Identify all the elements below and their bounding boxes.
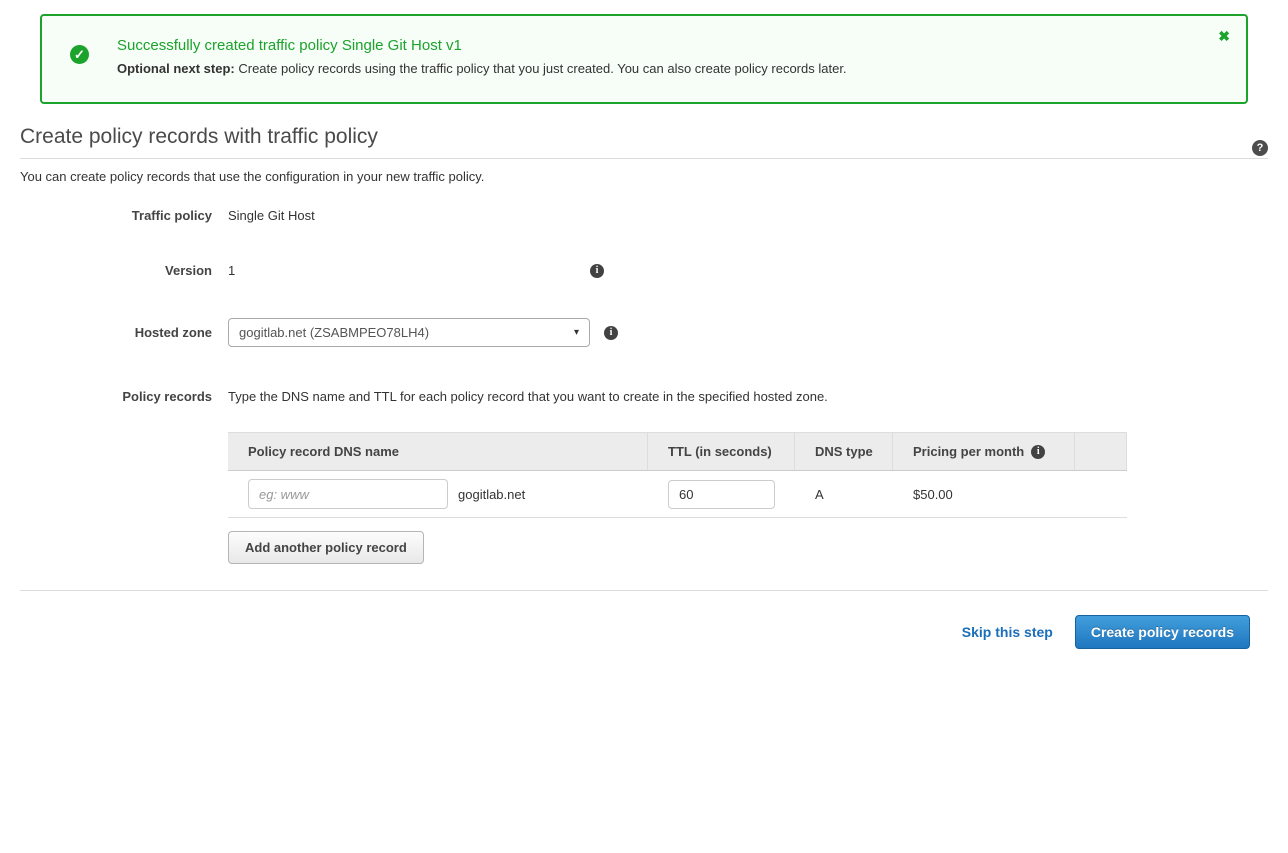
header-extra xyxy=(1075,433,1127,470)
table-row: gogitlab.net A $50.00 xyxy=(228,471,1127,518)
traffic-policy-label: Traffic policy xyxy=(20,208,212,223)
ttl-cell xyxy=(648,471,795,517)
success-banner: ✓ Successfully created traffic policy Si… xyxy=(40,14,1248,104)
header-dns-type: DNS type xyxy=(795,433,893,470)
chevron-down-icon: ▾ xyxy=(574,327,579,338)
extra-cell xyxy=(1075,471,1127,517)
version-info-icon[interactable]: i xyxy=(590,264,604,278)
banner-subtext-label: Optional next step: xyxy=(117,61,235,76)
table-header-row: Policy record DNS name TTL (in seconds) … xyxy=(228,432,1127,471)
page-title: Create policy records with traffic polic… xyxy=(20,125,1268,149)
banner-subtext-body: Create policy records using the traffic … xyxy=(235,61,847,76)
pricing-info-icon[interactable]: i xyxy=(1031,445,1045,459)
version-value: 1 xyxy=(228,263,590,278)
header-pricing-label: Pricing per month xyxy=(913,444,1024,459)
dns-type-cell: A xyxy=(795,471,893,517)
create-policy-records-button[interactable]: Create policy records xyxy=(1075,615,1250,649)
header-ttl: TTL (in seconds) xyxy=(648,433,795,470)
policy-records-description: Type the DNS name and TTL for each polic… xyxy=(228,389,828,404)
pricing-cell: $50.00 xyxy=(893,471,1075,517)
version-row: Version 1 i xyxy=(20,263,1268,278)
traffic-policy-row: Traffic policy Single Git Host xyxy=(20,208,1268,223)
dns-name-input[interactable] xyxy=(248,479,448,509)
hosted-zone-selected-value: gogitlab.net (ZSABMPEO78LH4) xyxy=(239,325,429,340)
header-dns-name: Policy record DNS name xyxy=(228,433,648,470)
version-label: Version xyxy=(20,263,212,278)
help-icon[interactable]: ? xyxy=(1252,140,1268,156)
hosted-zone-label: Hosted zone xyxy=(20,325,212,340)
main-content: Create policy records with traffic polic… xyxy=(0,125,1288,649)
dns-name-cell: gogitlab.net xyxy=(228,471,648,517)
hosted-zone-select[interactable]: gogitlab.net (ZSABMPEO78LH4) ▾ xyxy=(228,318,590,347)
footer-actions: Skip this step Create policy records xyxy=(20,615,1250,649)
intro-text: You can create policy records that use t… xyxy=(20,169,1268,184)
banner-subtext: Optional next step: Create policy record… xyxy=(117,61,1206,76)
footer-divider xyxy=(20,590,1268,591)
banner-title: Successfully created traffic policy Sing… xyxy=(117,37,1206,54)
header-pricing: Pricing per month i xyxy=(893,433,1075,470)
success-check-icon: ✓ xyxy=(70,45,89,64)
dns-suffix: gogitlab.net xyxy=(458,487,525,502)
header-divider xyxy=(20,158,1268,159)
policy-records-table: Policy record DNS name TTL (in seconds) … xyxy=(228,432,1127,518)
add-policy-record-button[interactable]: Add another policy record xyxy=(228,531,424,564)
close-icon[interactable]: ✖ xyxy=(1218,29,1230,43)
page-header: Create policy records with traffic polic… xyxy=(20,125,1268,149)
policy-records-row: Policy records Type the DNS name and TTL… xyxy=(20,389,1268,404)
traffic-policy-value: Single Git Host xyxy=(228,208,315,223)
hosted-zone-row: Hosted zone gogitlab.net (ZSABMPEO78LH4)… xyxy=(20,318,1268,347)
hosted-zone-info-icon[interactable]: i xyxy=(604,326,618,340)
ttl-input[interactable] xyxy=(668,480,775,509)
skip-step-link[interactable]: Skip this step xyxy=(962,624,1053,640)
policy-records-label: Policy records xyxy=(20,389,212,404)
